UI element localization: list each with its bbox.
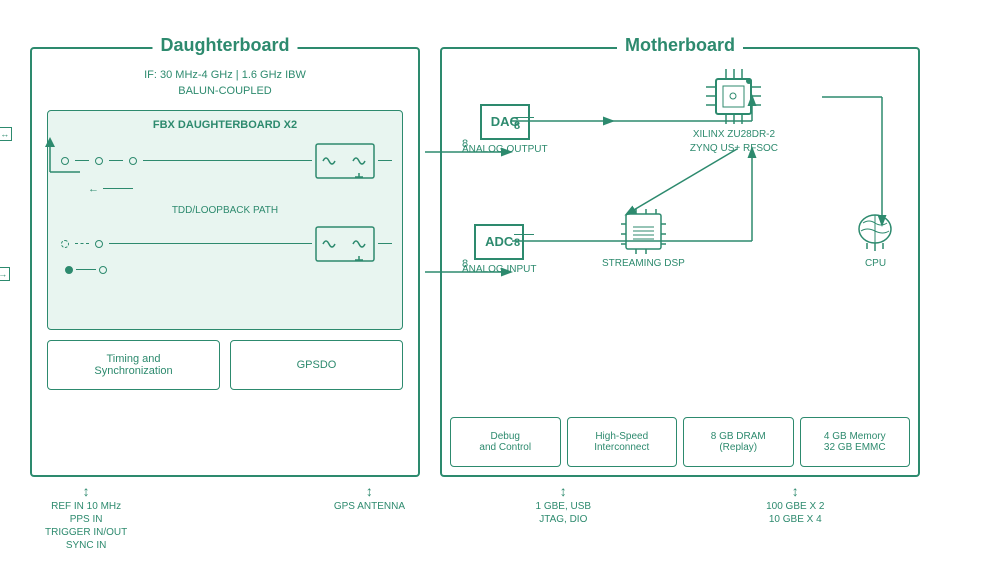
timing-sync-box: Timing and Synchronization bbox=[47, 340, 220, 390]
streaming-dsp-area: STREAMING DSP bbox=[602, 209, 685, 269]
motherboard-wrapper: Motherboard DAC ANALOG OUTPUT ADC ANALOG… bbox=[440, 37, 920, 525]
streaming-dsp-icon bbox=[621, 209, 666, 254]
fpga-label: XILINX ZU28DR-2 ZYNQ US+ RFSOC bbox=[690, 128, 778, 156]
rx-node bbox=[99, 266, 107, 274]
daughterboard-title: Daughterboard bbox=[152, 35, 297, 56]
rx-dot bbox=[65, 266, 73, 274]
mb-bottom-col1: ↕ 1 GBE, USB JTAG, DIO bbox=[536, 483, 592, 525]
motherboard-section: Motherboard DAC ANALOG OUTPUT ADC ANALOG… bbox=[440, 47, 920, 477]
daughterboard-subtitle: IF: 30 MHz-4 GHz | 1.6 GHz IBW BALUN-COU… bbox=[32, 67, 418, 100]
sync-in-label: SYNC IN bbox=[66, 540, 107, 551]
down-arrow-mb1: ↕ bbox=[560, 483, 567, 499]
line-label-8-bottom: 8 bbox=[514, 234, 534, 250]
pps-in-label: PPS IN bbox=[70, 514, 103, 525]
10gbe-label: 10 GBE X 4 bbox=[769, 514, 822, 525]
cpu-label: CPU bbox=[865, 258, 886, 269]
streaming-dsp-label: STREAMING DSP bbox=[602, 258, 685, 269]
gbe-usb-label: 1 GBE, USB bbox=[536, 501, 592, 512]
mb-bottom-annotations: ↕ 1 GBE, USB JTAG, DIO ↕ 100 GBE X 2 10 … bbox=[440, 477, 920, 525]
transformer-bottom bbox=[315, 226, 375, 262]
fbx-box: FBX DAUGHTERBOARD X2 bbox=[47, 110, 403, 330]
debug-control-box: Debug and Control bbox=[450, 417, 561, 467]
100gbe-label: 100 GBE X 2 bbox=[766, 501, 824, 512]
fbx-title: FBX DAUGHTERBOARD X2 bbox=[58, 119, 392, 131]
db-bottom-modules: Timing and Synchronization GPSDO bbox=[47, 340, 403, 390]
gpsdo-box: GPSDO bbox=[230, 340, 403, 390]
node2 bbox=[95, 157, 103, 165]
mb-bottom-modules: Debug and Control High-Speed Interconnec… bbox=[450, 417, 910, 467]
node1 bbox=[61, 157, 69, 165]
cpu-icon bbox=[853, 209, 898, 254]
arrow-row: ← bbox=[88, 183, 392, 195]
tx-rx-label: 8X TX/RX ↔ bbox=[0, 127, 12, 141]
fpga-area: XILINX ZU28DR-2 ZYNQ US+ RFSOC bbox=[690, 69, 778, 156]
transformer-top bbox=[315, 143, 375, 179]
high-speed-box: High-Speed Interconnect bbox=[567, 417, 678, 467]
adc-block: ADC ANALOG INPUT bbox=[462, 224, 536, 275]
dac-block: DAC ANALOG OUTPUT bbox=[462, 104, 548, 155]
tdd-label: TDD/LOOPBACK PATH bbox=[58, 205, 392, 216]
rx-label: 8X RX → bbox=[0, 267, 10, 281]
db-bottom-annotations: ↕ REF IN 10 MHz PPS IN TRIGGER IN/OUT SY… bbox=[30, 477, 420, 551]
ref-in-label: REF IN 10 MHz bbox=[51, 501, 121, 512]
node3 bbox=[129, 157, 137, 165]
top-signal-row bbox=[58, 143, 392, 179]
dac-converter: DAC ANALOG OUTPUT bbox=[462, 104, 548, 155]
memory-box: 4 GB Memory 32 GB EMMC bbox=[800, 417, 911, 467]
rx-dot-row bbox=[58, 266, 392, 274]
bottom-signal-row bbox=[58, 226, 392, 262]
dac-label: ANALOG OUTPUT bbox=[462, 144, 548, 155]
down-arrow-left: ↕ bbox=[83, 483, 90, 499]
motherboard-title: Motherboard bbox=[617, 35, 743, 56]
trigger-label: TRIGGER IN/OUT bbox=[45, 527, 127, 538]
rx-box: → bbox=[0, 267, 10, 281]
dram-box: 8 GB DRAM (Replay) bbox=[683, 417, 794, 467]
node4 bbox=[61, 240, 69, 248]
fpga-chip-icon bbox=[706, 69, 761, 124]
jtag-label: JTAG, DIO bbox=[539, 514, 587, 525]
gps-antenna-label: GPS ANTENNA bbox=[334, 501, 405, 512]
node5 bbox=[95, 240, 103, 248]
cpu-area: CPU bbox=[853, 209, 898, 269]
adc-label: ANALOG INPUT bbox=[462, 264, 536, 275]
adc-converter: ADC ANALOG INPUT bbox=[462, 224, 536, 275]
daughterboard-section: Daughterboard IF: 30 MHz-4 GHz | 1.6 GHz… bbox=[30, 47, 420, 477]
db-bottom-left: ↕ REF IN 10 MHz PPS IN TRIGGER IN/OUT SY… bbox=[45, 483, 127, 551]
tx-rx-box: ↔ bbox=[0, 127, 12, 141]
db-bottom-right: ↕ GPS ANTENNA bbox=[334, 483, 405, 551]
line-label-8-top: 8 bbox=[514, 117, 534, 133]
mb-bottom-col2: ↕ 100 GBE X 2 10 GBE X 4 bbox=[766, 483, 824, 525]
down-arrow-mb2: ↕ bbox=[792, 483, 799, 499]
down-arrow-right: ↕ bbox=[366, 483, 373, 499]
